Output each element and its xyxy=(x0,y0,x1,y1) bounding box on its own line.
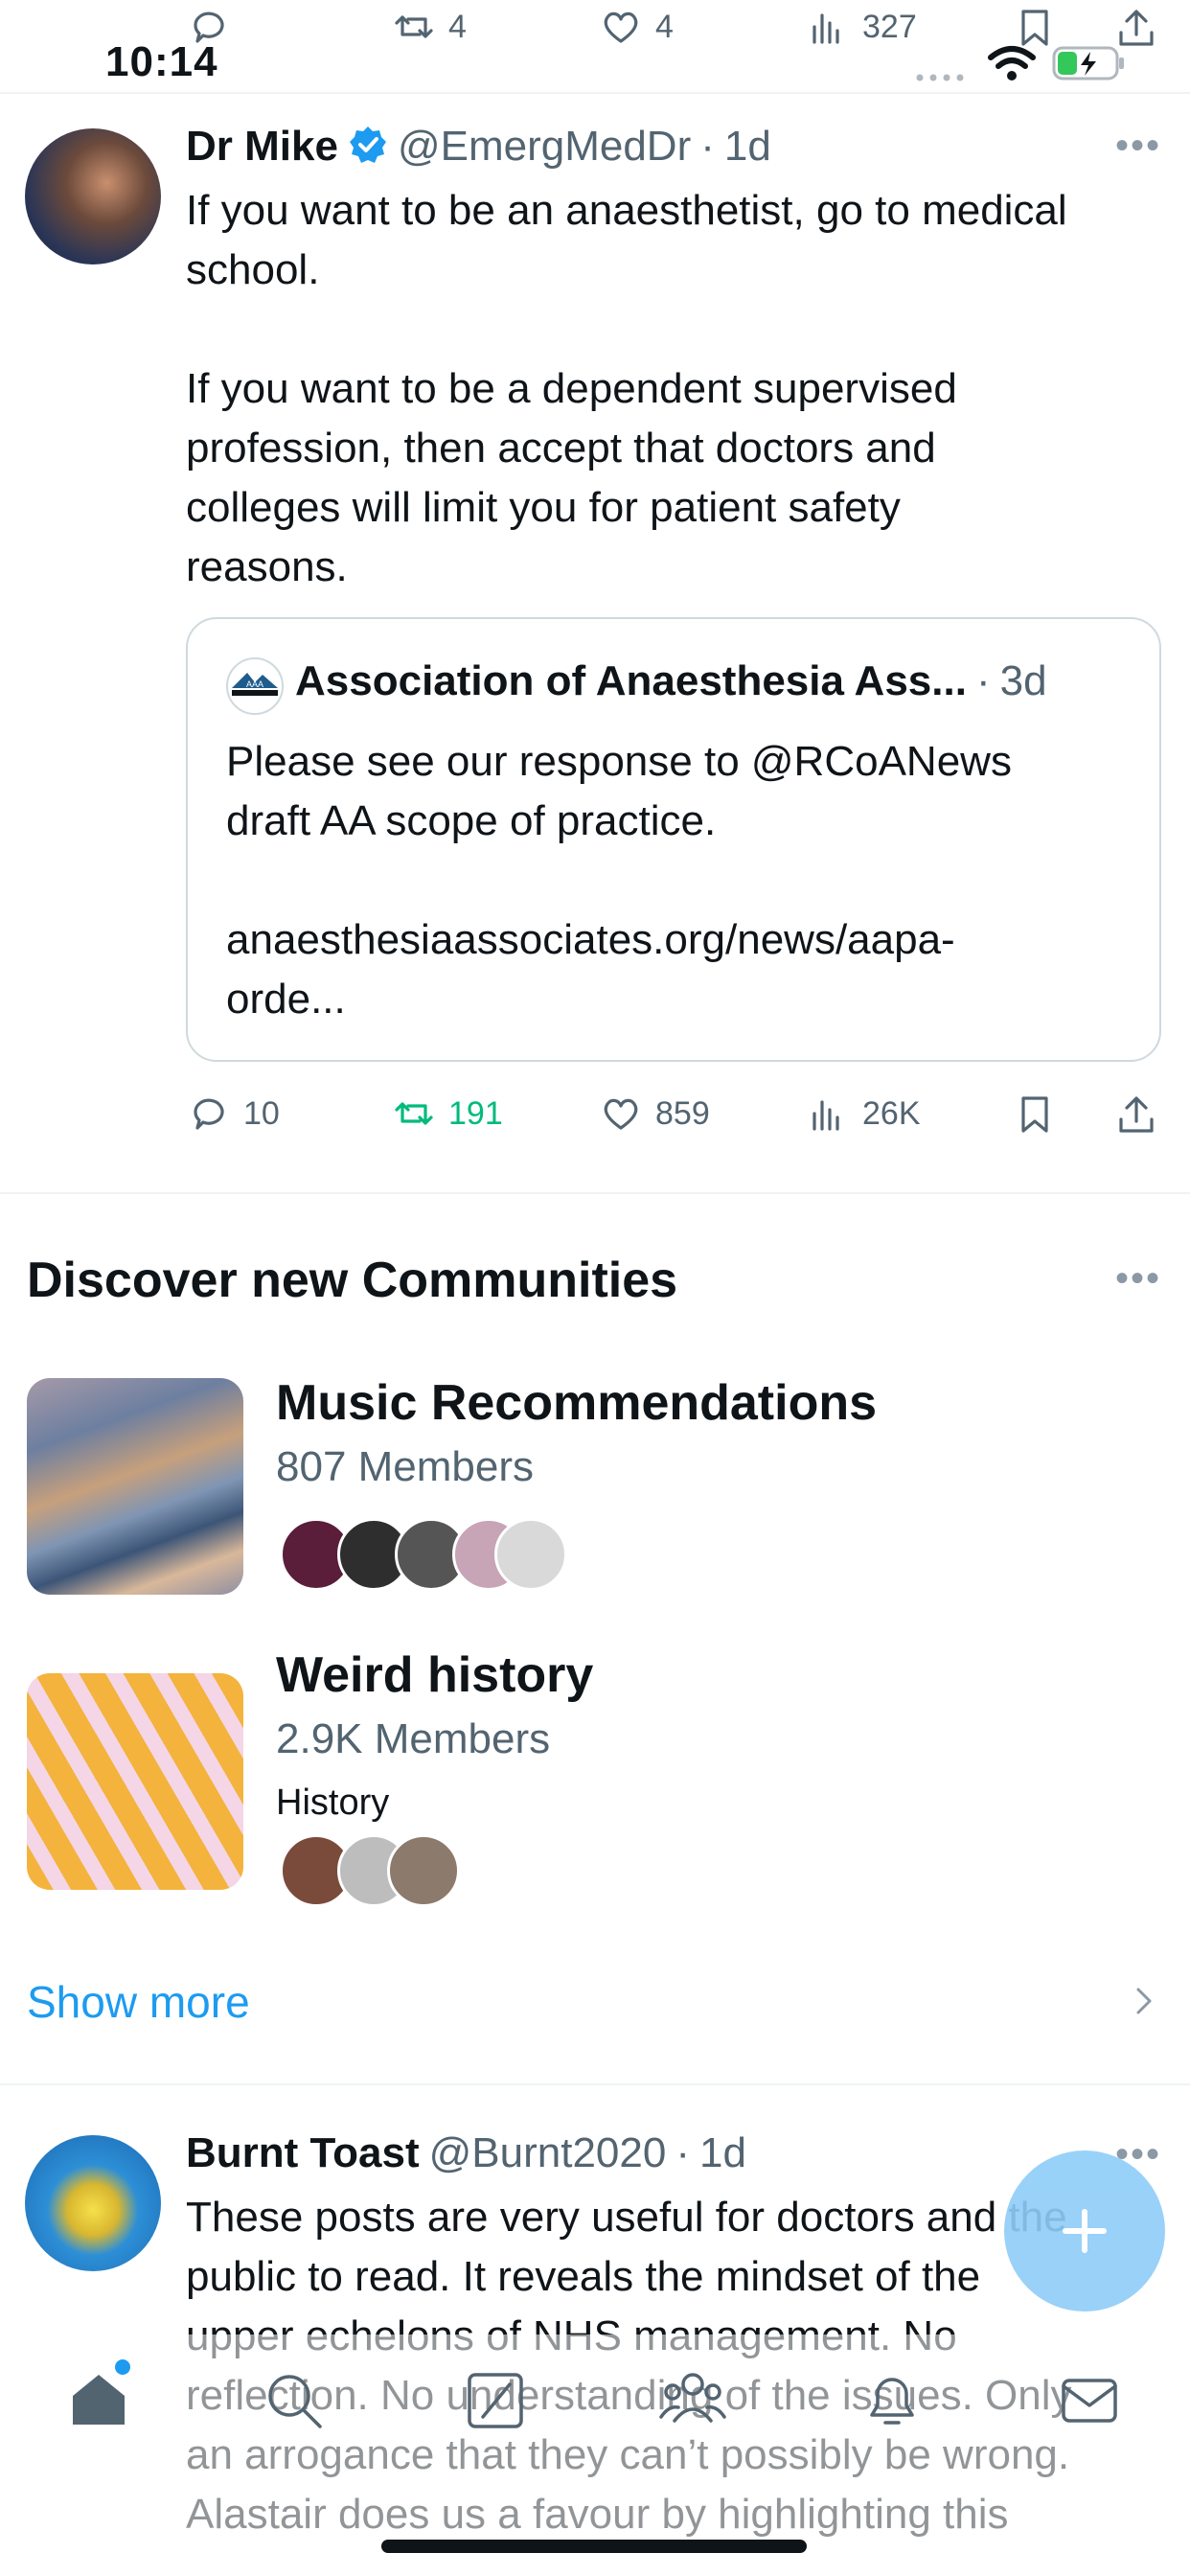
retweet-icon xyxy=(395,1102,433,1125)
section-title: Discover new Communities xyxy=(27,1253,678,1308)
bookmark-icon xyxy=(1021,1096,1048,1133)
divider xyxy=(0,92,1190,94)
reply-icon xyxy=(194,1098,224,1130)
communities-icon[interactable] xyxy=(659,2363,726,2430)
tweet-header: Dr Mike @EmergMedDr · 1d xyxy=(186,123,771,171)
views-count: 26K xyxy=(862,1094,921,1132)
prev-share-button[interactable] xyxy=(1115,6,1157,48)
author-handle[interactable]: @Burnt2020 xyxy=(429,2129,667,2177)
member-count: 2.9K Members xyxy=(276,1715,551,1762)
community-thumbnail[interactable] xyxy=(27,1378,243,1595)
more-options-icon[interactable]: ••• xyxy=(1115,125,1161,168)
prev-like-button[interactable]: 4 xyxy=(600,6,674,48)
show-more-link[interactable]: Show more xyxy=(27,1976,250,2028)
tweet-time[interactable]: 1d xyxy=(724,123,771,171)
community-name[interactable]: Weird history xyxy=(276,1646,593,1704)
views-button[interactable]: 26K xyxy=(807,1092,921,1135)
bookmark-icon xyxy=(1021,10,1048,46)
author-handle[interactable]: @EmergMedDr xyxy=(398,123,691,171)
prev-views-button[interactable]: 327 xyxy=(807,6,917,48)
community-category: History xyxy=(276,1782,390,1823)
search-icon[interactable] xyxy=(261,2367,328,2434)
svg-text:AAA: AAA xyxy=(246,679,263,689)
verified-badge-icon xyxy=(348,125,388,170)
retweet-button[interactable]: 191 xyxy=(393,1092,503,1135)
chevron-right-icon[interactable] xyxy=(1133,1984,1156,2023)
home-icon[interactable] xyxy=(65,2359,132,2432)
share-icon xyxy=(1119,10,1154,46)
quote-time: 3d xyxy=(999,657,1047,704)
community-name[interactable]: Music Recommendations xyxy=(276,1374,877,1432)
member-count: 807 Members xyxy=(276,1443,535,1490)
share-button[interactable] xyxy=(1115,1092,1157,1135)
bookmark-button[interactable] xyxy=(1014,1092,1056,1135)
community-thumbnail[interactable] xyxy=(27,1673,243,1890)
signal-dots-icon xyxy=(916,69,968,81)
prev-retweet-count: 4 xyxy=(448,8,467,45)
member-avatar xyxy=(387,1834,460,1907)
reply-icon xyxy=(194,12,224,43)
views-icon xyxy=(812,1100,839,1131)
prev-retweet-button[interactable]: 4 xyxy=(393,6,467,48)
avatar[interactable] xyxy=(25,2135,161,2271)
quoted-tweet[interactable]: AAA Association of Anaesthesia Ass... · … xyxy=(186,617,1161,1062)
author-name[interactable]: Dr Mike xyxy=(186,123,338,171)
separator-dot: · xyxy=(975,657,991,704)
prev-bookmark-button[interactable] xyxy=(1014,6,1056,48)
share-icon xyxy=(1119,1096,1154,1133)
prev-views-count: 327 xyxy=(862,8,917,45)
member-avatar xyxy=(494,1518,567,1591)
quote-author-name: Association of Anaesthesia Ass... xyxy=(295,657,967,704)
heart-icon xyxy=(604,12,638,43)
notifications-icon[interactable] xyxy=(858,2365,926,2432)
like-button[interactable]: 859 xyxy=(600,1092,710,1135)
views-icon xyxy=(812,13,839,44)
prev-like-count: 4 xyxy=(655,8,674,45)
tweet-header: Burnt Toast @Burnt2020 · 1d xyxy=(186,2129,746,2177)
avatar[interactable] xyxy=(25,128,161,264)
wifi-icon xyxy=(987,44,1037,87)
separator-dot: · xyxy=(675,2129,690,2176)
retweet-icon xyxy=(395,15,433,38)
home-indicator xyxy=(381,2540,807,2553)
prev-reply-button[interactable] xyxy=(188,6,230,48)
quote-avatar: AAA xyxy=(226,657,284,715)
messages-icon[interactable] xyxy=(1056,2367,1123,2434)
grok-icon[interactable] xyxy=(462,2367,529,2434)
battery-icon xyxy=(1052,44,1127,87)
like-count: 859 xyxy=(655,1094,710,1132)
reply-count: 10 xyxy=(243,1094,280,1132)
compose-button[interactable] xyxy=(1004,2150,1165,2312)
heart-icon xyxy=(604,1098,638,1130)
quote-header: Association of Anaesthesia Ass... · 3d xyxy=(295,657,1047,705)
notification-dot xyxy=(115,2359,130,2375)
retweet-count: 191 xyxy=(448,1094,503,1132)
more-options-icon[interactable]: ••• xyxy=(1115,1257,1161,1300)
reply-button[interactable]: 10 xyxy=(188,1092,280,1135)
divider xyxy=(0,1192,1190,1194)
separator-dot: · xyxy=(700,123,715,170)
divider xyxy=(0,2083,1190,2085)
plus-icon xyxy=(1063,2209,1107,2253)
author-name[interactable]: Burnt Toast xyxy=(186,2129,420,2177)
tweet-time[interactable]: 1d xyxy=(699,2129,746,2177)
quote-text: Please see our response to @RCoANews dra… xyxy=(226,738,1012,1023)
tweet-text: If you want to be an anaesthetist, go to… xyxy=(186,187,1067,590)
status-bar: 10:14 xyxy=(0,0,1190,92)
